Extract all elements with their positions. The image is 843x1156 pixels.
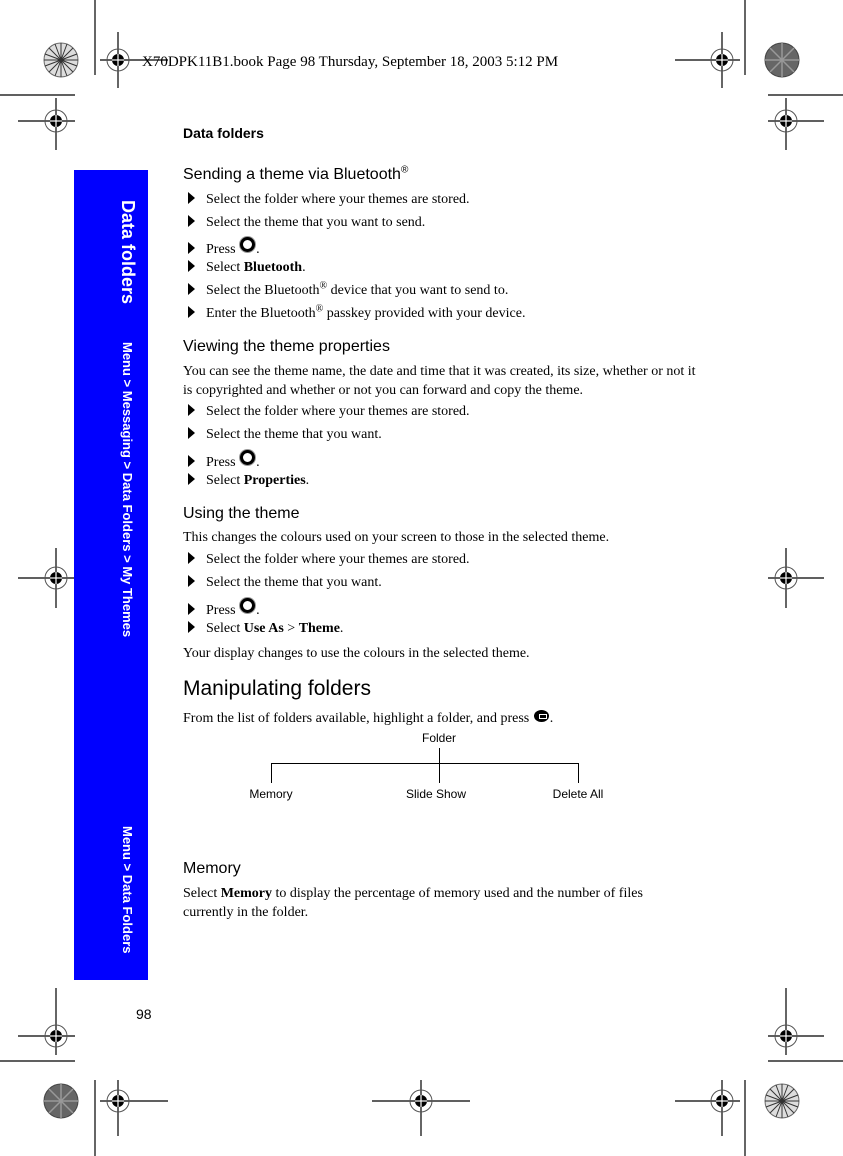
side-tab: Data folders Menu > Messaging > Data Fol…: [74, 170, 148, 980]
step-item: Press .: [188, 598, 260, 619]
step-text: Select: [206, 260, 244, 275]
select-key-icon: [240, 237, 256, 252]
bullet-arrow-icon: [188, 427, 195, 439]
section-intro: This changes the colours used on your sc…: [183, 530, 610, 545]
step-item: Press .: [188, 450, 260, 471]
option-name: Properties: [243, 473, 306, 488]
diagram-connector: [578, 763, 579, 783]
step-text: .: [256, 603, 260, 618]
memory-text: Select: [183, 886, 221, 901]
menu-key-icon: [533, 710, 549, 722]
step-text: passkey provided with your device.: [323, 306, 526, 321]
step-text: Select the theme that you want.: [206, 427, 382, 442]
section-heading-manipulating: Manipulating folders: [183, 677, 371, 700]
bullet-arrow-icon: [188, 621, 195, 633]
section-outro: Your display changes to use the colours …: [183, 646, 530, 661]
step-text: >: [283, 621, 299, 636]
select-key-icon: [240, 598, 256, 613]
step-text: Press: [206, 455, 240, 470]
intro-text: .: [549, 711, 554, 726]
section-heading-sending: Sending a theme via Bluetooth®: [183, 164, 409, 184]
step-text: Press: [206, 242, 240, 257]
step-text: .: [302, 260, 306, 275]
bullet-arrow-icon: [188, 552, 195, 564]
side-tab-menu-path: Menu > Messaging > Data Folders > My The…: [120, 342, 135, 638]
option-name: Bluetooth: [243, 260, 303, 275]
step-item: Select the folder where your themes are …: [188, 552, 470, 568]
option-name: Theme: [298, 621, 340, 636]
section-heading-viewing: Viewing the theme properties: [183, 338, 390, 355]
bullet-arrow-icon: [188, 242, 195, 254]
step-item: Select the theme that you want.: [188, 427, 382, 443]
side-tab-title: Data folders: [118, 200, 138, 305]
registered-mark: ®: [400, 164, 409, 176]
step-text: .: [256, 455, 260, 470]
side-tab-menu-path-2: Menu > Data Folders: [120, 826, 135, 954]
diagram-option-slide-show: Slide Show: [405, 787, 467, 801]
bullet-arrow-icon: [188, 283, 195, 295]
step-item: Select the theme that you want to send.: [188, 215, 425, 231]
step-text: Select the folder where your themes are …: [206, 404, 470, 419]
heading-text: Sending a theme via Bluetooth: [183, 166, 401, 183]
step-text: Select the Bluetooth: [206, 283, 320, 298]
step-item: Select the folder where your themes are …: [188, 192, 470, 208]
step-text: Enter the Bluetooth: [206, 306, 316, 321]
bullet-arrow-icon: [188, 215, 195, 227]
step-item: Select the Bluetooth® device that you wa…: [188, 280, 509, 299]
bullet-arrow-icon: [188, 603, 195, 615]
step-item: Select Bluetooth.: [188, 260, 306, 276]
diagram-option-delete-all: Delete All: [552, 787, 604, 801]
book-header: X70DPK11B1.book Page 98 Thursday, Septem…: [142, 54, 559, 70]
bullet-arrow-icon: [188, 260, 195, 272]
diagram-connector: [439, 748, 440, 783]
step-text: .: [256, 242, 260, 257]
section-intro: You can see the theme name, the date and…: [183, 364, 696, 398]
option-name: Use As: [243, 621, 284, 636]
intro-text: From the list of folders available, high…: [183, 711, 533, 726]
section-intro: From the list of folders available, high…: [183, 709, 553, 728]
registered-mark: ®: [319, 280, 328, 292]
step-text: Press: [206, 603, 240, 618]
diagram-root-label: Folder: [421, 731, 457, 745]
page-number: 98: [136, 1006, 152, 1022]
step-item: Select Use As > Theme.: [188, 621, 343, 637]
step-text: Select: [206, 621, 244, 636]
diagram-connector: [271, 763, 272, 783]
diagram-connector: [271, 763, 579, 764]
step-item: Enter the Bluetooth® passkey provided wi…: [188, 304, 526, 322]
bullet-arrow-icon: [188, 473, 195, 485]
step-item: Select Properties.: [188, 473, 309, 489]
step-text: Select the theme that you want.: [206, 575, 382, 590]
step-item: Select the theme that you want.: [188, 575, 382, 591]
bullet-arrow-icon: [188, 404, 195, 416]
section-text: Select Memory to display the percentage …: [183, 884, 673, 922]
section-heading-memory: Memory: [183, 860, 241, 877]
bullet-arrow-icon: [188, 575, 195, 587]
step-text: Select the theme that you want to send.: [206, 215, 426, 230]
step-text: device that you want to send to.: [327, 283, 509, 298]
running-head: Data folders: [183, 125, 264, 141]
step-item: Select the folder where your themes are …: [188, 404, 470, 420]
bullet-arrow-icon: [188, 455, 195, 467]
bullet-arrow-icon: [188, 192, 195, 204]
section-heading-using: Using the theme: [183, 505, 300, 522]
step-item: Press .: [188, 237, 260, 258]
step-text: Select: [206, 473, 244, 488]
step-text: .: [339, 621, 344, 636]
option-name: Memory: [220, 886, 273, 901]
step-text: Select the folder where your themes are …: [206, 552, 470, 567]
select-key-icon: [240, 450, 256, 465]
step-text: Select the folder where your themes are …: [206, 192, 470, 207]
step-text: .: [305, 473, 310, 488]
diagram-option-memory: Memory: [249, 787, 293, 801]
bullet-arrow-icon: [188, 306, 195, 318]
